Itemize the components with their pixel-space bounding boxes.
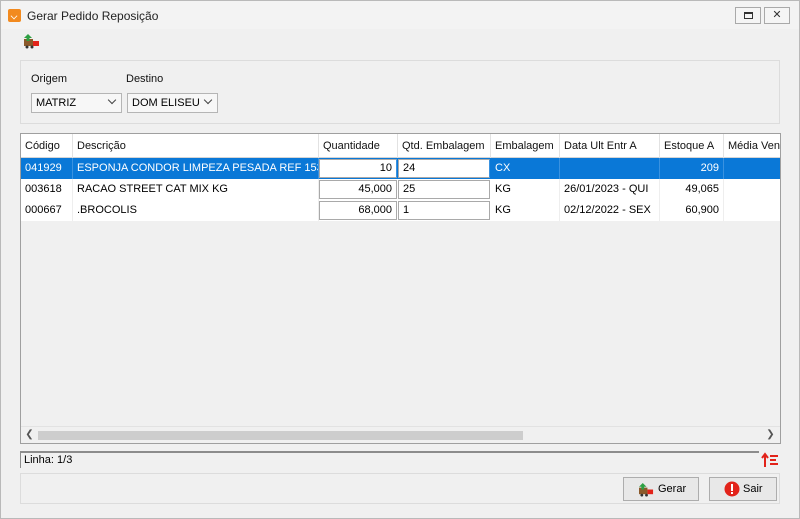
origem-select[interactable]: MATRIZ — [31, 93, 122, 113]
qtd-embalagem-input[interactable]: 25 — [398, 180, 490, 199]
restore-icon — [743, 12, 753, 19]
title-bar: Gerar Pedido Reposição ✕ — [1, 1, 799, 29]
cell-data-ult-entr: 26/01/2023 - QUI — [560, 179, 660, 200]
filter-panel: Origem MATRIZ Destino DOM ELISEU — [20, 60, 780, 124]
generate-order-icon[interactable] — [23, 33, 41, 49]
cell-data-ult-entr: 02/12/2022 - SEX — [560, 200, 660, 221]
col-codigo[interactable]: Código — [21, 134, 73, 158]
col-descricao[interactable]: Descrição — [73, 134, 319, 158]
quantidade-input[interactable]: 10 — [319, 159, 397, 178]
cell-embalagem: KG — [491, 179, 560, 200]
cell-media-vend — [724, 200, 780, 221]
col-data-ult-entr[interactable]: Data Ult Entr A — [560, 134, 660, 158]
quantidade-input[interactable]: 45,000 — [319, 180, 397, 199]
close-button[interactable]: ✕ — [764, 7, 790, 24]
cell-embalagem: CX — [491, 158, 560, 179]
destino-select[interactable]: DOM ELISEU — [127, 93, 218, 113]
chevron-down-icon — [107, 95, 117, 105]
generate-order-icon — [639, 482, 654, 497]
close-icon: ✕ — [772, 9, 782, 21]
table-row[interactable]: 000667 .BROCOLIS 68,000 1 KG 02/12/2022 … — [21, 200, 780, 221]
col-qtd-embalagem[interactable]: Qtd. Embalagem — [398, 134, 491, 158]
col-estoque[interactable]: Estoque A — [660, 134, 724, 158]
cell-media-vend — [724, 158, 780, 179]
row-indicator: Linha: 1/3 — [24, 454, 73, 466]
origem-label: Origem — [31, 73, 68, 85]
chevron-down-icon — [203, 95, 213, 105]
cell-descricao: .BROCOLIS — [73, 200, 319, 221]
table-row[interactable]: 041929 ESPONJA CONDOR LIMPEZA PESADA REF… — [21, 158, 780, 179]
col-quantidade[interactable]: Quantidade — [319, 134, 398, 158]
cell-estoque: 49,065 — [660, 179, 724, 200]
cell-estoque: 209 — [660, 158, 724, 179]
restore-button[interactable] — [735, 7, 761, 24]
cell-data-ult-entr — [560, 158, 660, 179]
cell-codigo: 000667 — [21, 200, 73, 221]
gerar-label: Gerar — [658, 483, 687, 495]
status-bar: Linha: 1/3 — [20, 451, 759, 468]
sair-label: Sair — [743, 483, 763, 495]
app-icon — [8, 9, 21, 22]
cell-estoque: 60,900 — [660, 200, 724, 221]
window-title: Gerar Pedido Reposição — [27, 9, 159, 23]
exit-icon — [724, 481, 740, 497]
cell-descricao: RACAO STREET CAT MIX KG — [73, 179, 319, 200]
horizontal-scrollbar[interactable]: ❮ ❯ — [21, 426, 780, 443]
cell-codigo: 003618 — [21, 179, 73, 200]
gerar-button[interactable]: Gerar — [623, 477, 699, 501]
cell-descricao: ESPONJA CONDOR LIMPEZA PESADA REF 1535 — [73, 158, 319, 179]
destino-value: DOM ELISEU — [132, 97, 200, 109]
table-row[interactable]: 003618 RACAO STREET CAT MIX KG 45,000 25… — [21, 179, 780, 200]
cell-media-vend — [724, 179, 780, 200]
col-media-vend[interactable]: Média Vend — [724, 134, 780, 158]
products-grid[interactable]: Código Descrição Quantidade Qtd. Embalag… — [20, 133, 781, 444]
sort-icon[interactable] — [761, 451, 779, 468]
quantidade-input[interactable]: 68,000 — [319, 201, 397, 220]
cell-codigo: 041929 — [21, 158, 73, 179]
scroll-thumb[interactable] — [38, 431, 523, 440]
col-embalagem[interactable]: Embalagem — [491, 134, 560, 158]
grid-header: Código Descrição Quantidade Qtd. Embalag… — [21, 134, 780, 158]
destino-label: Destino — [126, 73, 164, 85]
sair-button[interactable]: Sair — [709, 477, 777, 501]
scroll-left-icon[interactable]: ❮ — [21, 427, 38, 443]
cell-embalagem: KG — [491, 200, 560, 221]
window: Gerar Pedido Reposição ✕ Origem MATRIZ D… — [0, 0, 800, 519]
scroll-right-icon[interactable]: ❯ — [762, 427, 779, 443]
qtd-embalagem-input[interactable]: 1 — [398, 201, 490, 220]
qtd-embalagem-input[interactable]: 24 — [398, 159, 490, 178]
origem-value: MATRIZ — [36, 97, 77, 109]
